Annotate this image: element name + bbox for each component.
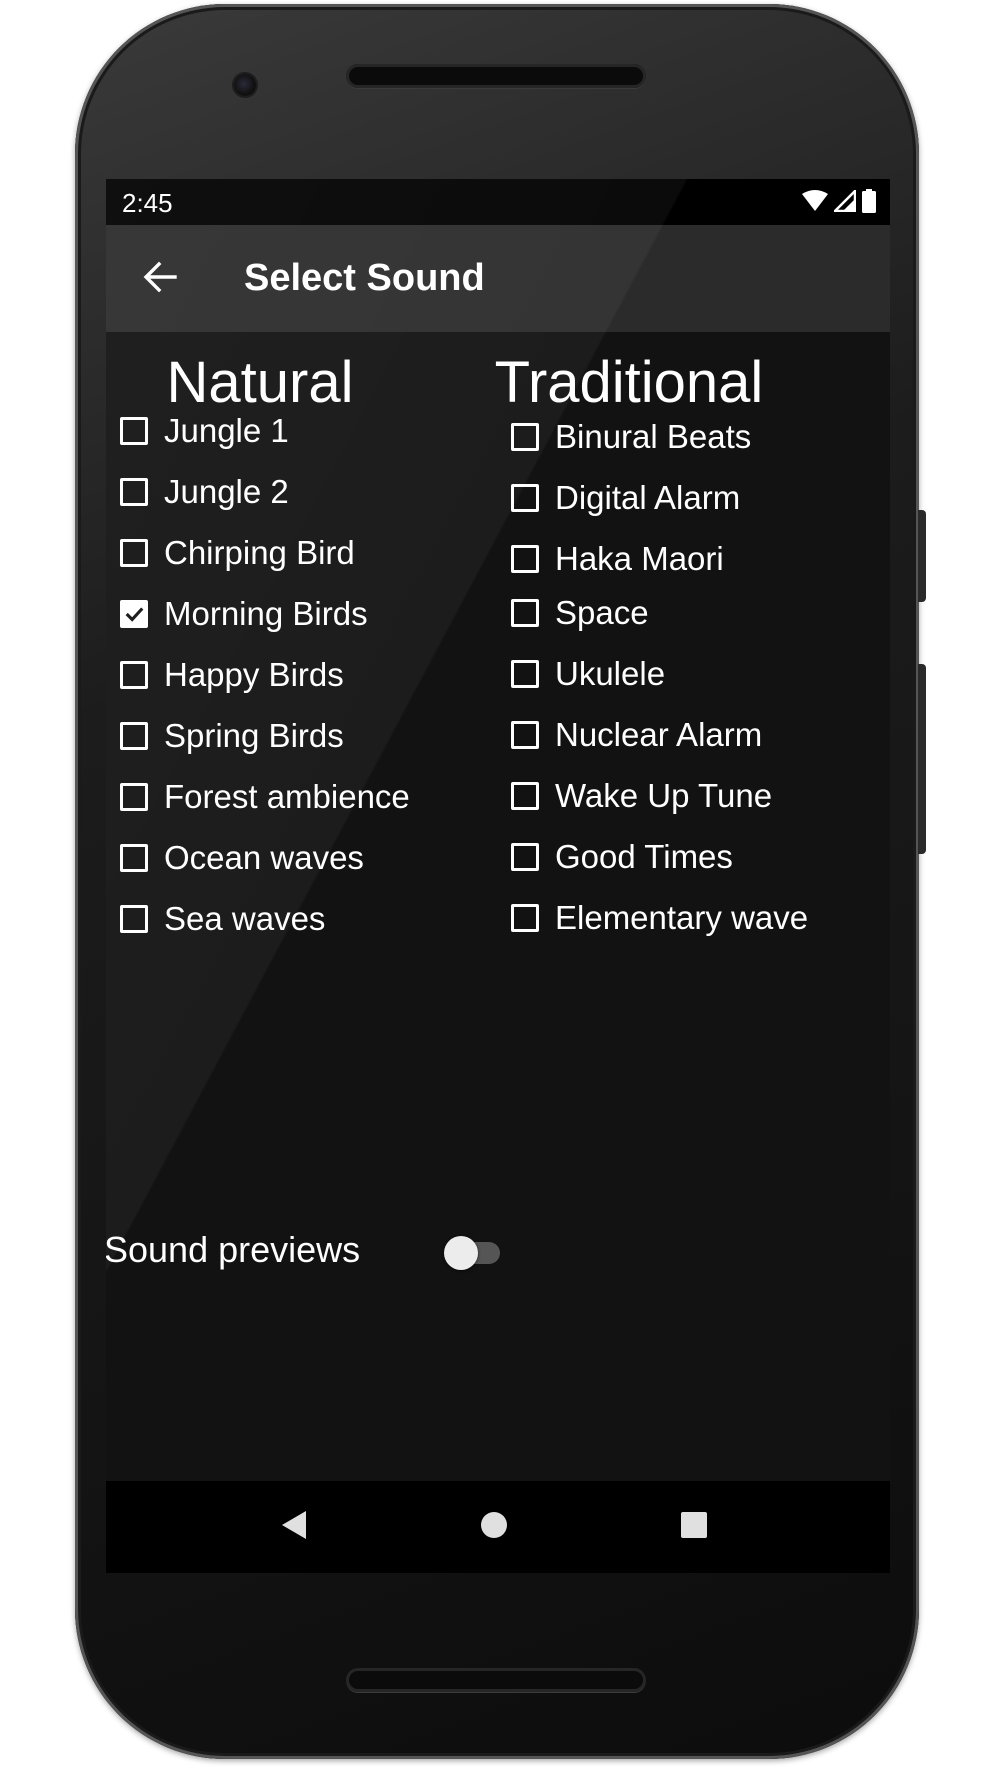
sound-option-label: Space [555,594,649,631]
sound-option[interactable]: Forest ambience [120,769,410,825]
sound-option[interactable]: Jungle 1 [120,403,289,459]
traditional-heading: Traditional [494,350,764,415]
sound-option-label: Sea waves [164,900,326,937]
sound-option[interactable]: Nuclear Alarm [511,707,762,763]
nav-back-icon [280,1510,308,1545]
front-camera [234,74,256,96]
wifi-icon [802,190,828,217]
checkbox[interactable] [511,660,539,688]
checkbox[interactable] [511,721,539,749]
check-icon [125,607,144,622]
checkbox[interactable] [511,484,539,512]
status-time: 2:45 [122,188,173,218]
sound-option-label: Spring Birds [164,717,344,754]
sound-option[interactable]: Haka Maori [511,531,724,587]
checkbox[interactable] [120,417,148,445]
sound-option-label: Happy Birds [164,656,344,693]
app-bar: Select Sound [106,225,890,332]
checkbox[interactable] [120,478,148,506]
nav-recents-icon [680,1511,708,1544]
checkbox[interactable] [120,844,148,872]
checkbox[interactable] [511,843,539,871]
sound-option-label: Morning Birds [164,595,368,632]
sound-option[interactable]: Spring Birds [120,708,344,764]
sound-option[interactable]: Chirping Bird [120,525,355,581]
sound-option-label: Forest ambience [164,778,410,815]
sound-option[interactable]: Happy Birds [120,647,344,703]
checkbox[interactable] [120,905,148,933]
sound-option-label: Haka Maori [555,540,724,577]
sound-previews-toggle[interactable] [444,1233,502,1273]
sound-option[interactable]: Space [511,585,649,641]
nav-back-button[interactable] [268,1501,320,1553]
checkbox[interactable] [120,722,148,750]
checkbox[interactable] [120,661,148,689]
sound-option[interactable]: Digital Alarm [511,470,740,526]
screen: 2:45 Select Sound Natural Jungle 1 Jungle… [106,179,890,1573]
checkbox[interactable] [120,783,148,811]
sound-option-label: Nuclear Alarm [555,716,763,753]
checkbox-checked[interactable] [120,600,148,628]
sound-previews-label: Sound previews [106,1229,361,1270]
power-button [918,510,926,602]
nav-home-button[interactable] [468,1501,520,1553]
back-button[interactable] [134,253,186,305]
sound-option[interactable]: Jungle 2 [120,464,289,520]
status-icons [802,187,876,218]
sound-option-label: Jungle 1 [164,412,289,449]
sound-option-label: Chirping Bird [164,534,355,571]
sound-option[interactable]: Ocean waves [120,830,364,886]
sound-option-label: Jungle 2 [164,473,289,510]
sound-option-label: Digital Alarm [555,479,741,516]
sound-option[interactable]: Elementary wave [511,890,808,946]
toggle-thumb [444,1236,478,1270]
status-bar: 2:45 [106,179,890,225]
sound-option-label: Ocean waves [164,839,364,876]
sound-option-label: Binural Beats [555,418,752,455]
page-title: Select Sound [244,257,485,299]
top-speaker [346,64,646,88]
volume-button [918,664,926,854]
nav-home-icon [480,1511,508,1544]
bottom-speaker [346,1668,646,1692]
checkbox[interactable] [511,545,539,573]
sound-option[interactable]: Morning Birds [120,586,368,642]
sound-option[interactable]: Sea waves [120,891,325,947]
battery-icon [862,189,876,218]
sound-option-label: Good Times [555,838,733,875]
sound-option[interactable]: Ukulele [511,646,665,702]
navigation-bar [106,1481,890,1573]
sound-option[interactable]: Good Times [511,829,733,885]
checkbox[interactable] [511,782,539,810]
sound-option-label: Ukulele [555,655,666,692]
nav-recents-button[interactable] [668,1501,720,1553]
sound-option[interactable]: Wake Up Tune [511,768,772,824]
checkbox[interactable] [511,599,539,627]
sound-option-label: Wake Up Tune [555,777,773,814]
signal-icon [831,187,857,217]
checkbox[interactable] [511,423,539,451]
sound-option-label: Elementary wave [555,899,809,936]
arrow-back-icon [143,260,177,299]
sound-option[interactable]: Binural Beats [511,409,751,465]
checkbox[interactable] [120,539,148,567]
checkbox[interactable] [511,904,539,932]
